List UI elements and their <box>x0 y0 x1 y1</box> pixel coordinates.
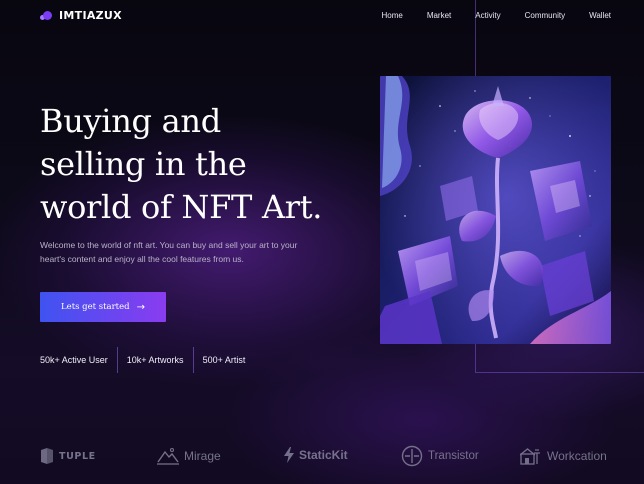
nav-item-community[interactable]: Community <box>525 11 565 20</box>
stat-artists: 500+ Artist <box>202 355 246 365</box>
partner-statickit[interactable]: StaticKit <box>284 447 348 463</box>
hero-title-line-3: world of NFT Art. <box>40 188 323 226</box>
partner-logos: TUPLE Mirage StaticKit Transistor Workca… <box>40 444 620 472</box>
brand-name: IMTIAZUX <box>59 9 122 22</box>
brand-logo[interactable]: IMTIAZUX <box>40 9 122 22</box>
arrow-right-icon: → <box>136 301 145 313</box>
nav-item-market[interactable]: Market <box>427 11 451 20</box>
partner-name: Workcation <box>547 449 607 463</box>
partner-name: Transistor <box>428 450 479 462</box>
workcation-logo-icon <box>520 448 540 465</box>
main-nav: Home Market Activity Community Wallet <box>357 11 611 20</box>
featured-artwork[interactable] <box>380 76 611 344</box>
partner-tuple[interactable]: TUPLE <box>40 447 96 465</box>
tuple-logo-icon <box>41 448 53 464</box>
hero-title-line-1: Buying and <box>40 102 221 140</box>
partner-name: StaticKit <box>299 448 348 462</box>
stat-active-users: 50k+ Active User <box>40 355 108 365</box>
partner-mirage[interactable]: Mirage <box>157 447 221 465</box>
partner-transistor[interactable]: Transistor <box>401 445 479 467</box>
nav-item-home[interactable]: Home <box>381 11 402 20</box>
stats-row: 50k+ Active User 10k+ Artworks 500+ Arti… <box>40 347 254 373</box>
nav-item-wallet[interactable]: Wallet <box>589 11 611 20</box>
hero-title: Buying and selling in the world of NFT A… <box>40 100 360 229</box>
partner-workcation[interactable]: Workcation <box>520 447 607 465</box>
get-started-button[interactable]: Lets get started → <box>40 292 166 322</box>
nav-item-activity[interactable]: Activity <box>475 11 500 20</box>
get-started-label: Lets get started <box>61 302 130 312</box>
logo-icon <box>40 10 54 22</box>
partner-name: TUPLE <box>59 450 96 462</box>
crystal-rose-artwork <box>380 76 611 344</box>
mirage-logo-icon <box>157 447 179 465</box>
transistor-logo-icon <box>401 445 423 467</box>
partner-name: Mirage <box>184 449 221 463</box>
hero-title-line-2: selling in the <box>40 145 247 183</box>
decorative-horizontal-line <box>475 372 644 373</box>
stat-artworks: 10k+ Artworks <box>126 355 184 365</box>
hero-description: Welcome to the world of nft art. You can… <box>40 240 298 264</box>
lightning-icon <box>284 447 294 463</box>
